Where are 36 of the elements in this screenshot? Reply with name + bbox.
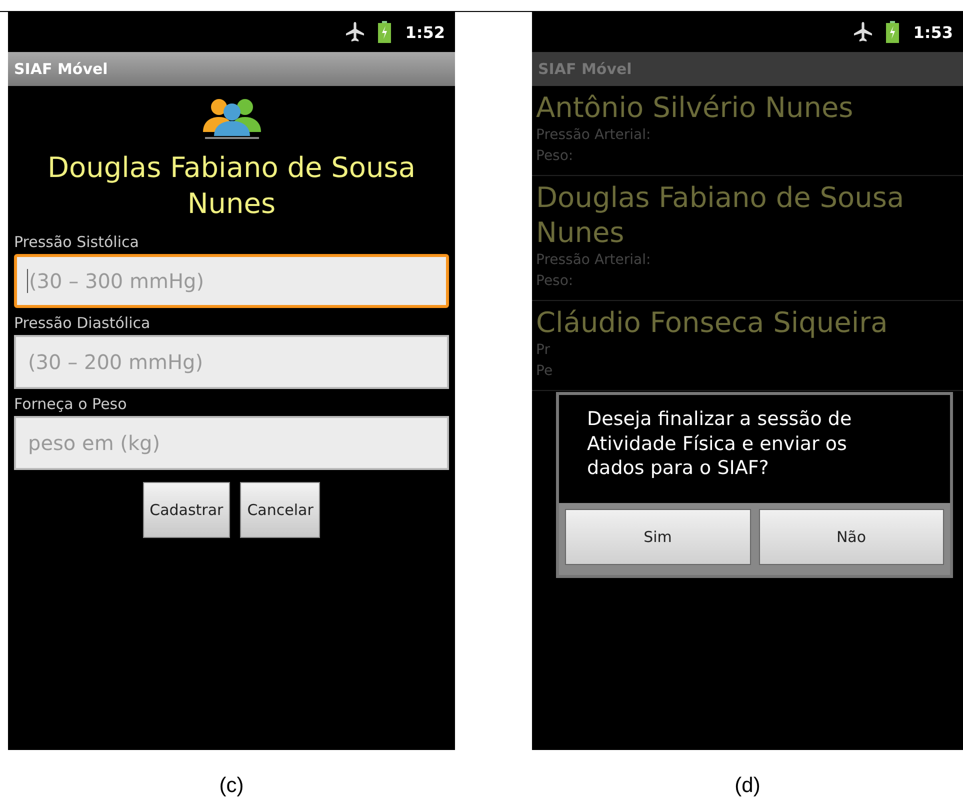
airplane-icon: [346, 22, 364, 42]
dialog-button[interactable]: Sim: [565, 509, 750, 566]
form-button[interactable]: Cadastrar: [142, 482, 230, 538]
field-label: Pressão Diastólica: [14, 314, 152, 332]
status-time: 1:53: [913, 22, 953, 42]
field-label: Pressão Sistólica: [14, 232, 140, 251]
field-label: Forneça o Peso: [14, 394, 128, 413]
patient-field-label: Pe: [536, 362, 554, 381]
figure-caption: (c): [219, 774, 244, 798]
patient-name: Antônio Silvério Nunes: [536, 90, 854, 125]
patient-name: Douglas Fabiano de Sousa Nunes: [46, 150, 417, 222]
dialog-message: Deseja finalizar a sessão de Atividade Física e enviar os dados para o SIAF?: [586, 407, 853, 482]
patient-field-label: Peso:: [536, 272, 574, 291]
figure-caption: (d): [734, 774, 760, 798]
input-field[interactable]: (30 – 300 mmHg): [14, 254, 449, 308]
patient-name: Douglas Fabiano de Sousa Nunes: [536, 180, 906, 250]
airplane-icon: [854, 22, 872, 42]
status-time: 1:52: [405, 22, 445, 42]
patient-list-item[interactable]: Cláudio Fonseca Siqueira Pr Pe: [532, 301, 963, 391]
app-title-bar: SIAF Móvel: [532, 52, 963, 86]
patient-field-label: Peso:: [536, 147, 574, 166]
people-group-icon: [200, 98, 262, 140]
app-title-bar: SIAF Móvel: [8, 52, 455, 86]
patient-list-item[interactable]: Douglas Fabiano de Sousa Nunes Pressão Arterial: Peso:: [532, 176, 963, 301]
input-field[interactable]: (30 – 200 mmHg): [14, 334, 449, 389]
form-button[interactable]: Cancelar: [240, 482, 320, 538]
patient-name: Cláudio Fonseca Siqueira: [536, 305, 889, 340]
patient-field-label: Pressão Arterial:: [536, 126, 652, 145]
battery-charging-icon: [378, 21, 392, 43]
patient-list-item[interactable]: Antônio Silvério Nunes Pressão Arterial: Peso:: [532, 86, 963, 176]
patient-field-label: Pressão Arterial:: [536, 251, 652, 270]
dialog-button[interactable]: Não: [758, 509, 944, 566]
input-field[interactable]: peso em (kg): [14, 416, 449, 470]
battery-charging-icon: [886, 21, 900, 43]
patient-field-label: Pr: [536, 341, 551, 360]
text-cursor: [27, 268, 28, 293]
